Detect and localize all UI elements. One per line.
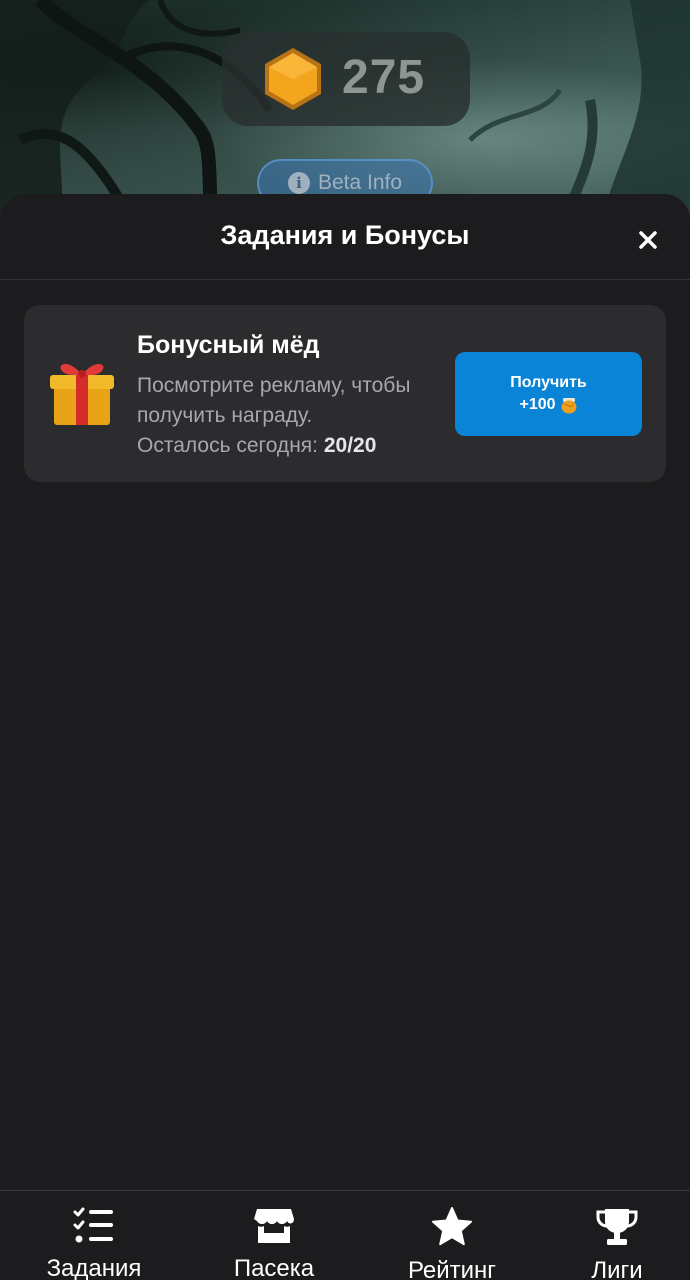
claim-amount: +100: [519, 396, 556, 413]
remaining-value: 20/20: [323, 434, 377, 457]
remaining-today: Осталось сегодня: 20/20: [137, 431, 376, 461]
beta-info-label: Beta Info: [317, 171, 403, 194]
shop-icon: [252, 1207, 296, 1245]
honey-counter: 275: [222, 32, 470, 126]
info-icon: i: [287, 172, 310, 194]
bonus-title: Бонусный мёд: [137, 331, 320, 359]
bonus-honey-card: Бонусный мёд Посмотрите рекламу, чтобы п…: [24, 305, 666, 482]
honey-pot-icon: [561, 398, 577, 414]
nav-label-tasks: Задания: [46, 1255, 142, 1280]
nav-label-rating: Рейтинг: [407, 1257, 497, 1280]
sheet-header: Задания и Бонусы: [0, 194, 690, 280]
claim-amount-row: +100: [519, 394, 577, 416]
honey-count: 275: [342, 51, 426, 104]
close-icon: [639, 231, 657, 249]
bottom-navigation: Задания Пасека Рейтинг Лиги: [0, 1190, 690, 1280]
claim-reward-button[interactable]: Получить +100: [455, 352, 642, 436]
nav-item-apiary[interactable]: Пасека: [228, 1191, 320, 1280]
gift-icon: [50, 364, 114, 425]
nav-item-tasks[interactable]: Задания: [43, 1191, 145, 1280]
nav-item-rating[interactable]: Рейтинг: [402, 1191, 502, 1280]
nav-label-leagues: Лиги: [591, 1257, 643, 1280]
star-icon: [430, 1207, 474, 1247]
app-screen: 275 i Beta Info Задания и Бонусы Бонусны…: [0, 0, 690, 1280]
nav-label-apiary: Пасека: [233, 1255, 315, 1280]
checklist-icon: [72, 1207, 116, 1245]
sheet-title: Задания и Бонусы: [220, 220, 470, 250]
honeycomb-icon: [265, 48, 321, 110]
remaining-label: Осталось сегодня:: [137, 434, 318, 457]
bonus-description: Посмотрите рекламу, чтобы получить награ…: [137, 374, 411, 427]
nav-item-leagues[interactable]: Лиги: [580, 1191, 654, 1280]
tasks-bonuses-sheet: Задания и Бонусы Бонусный мёд Посмотрите…: [0, 194, 690, 1190]
trophy-icon: [595, 1207, 639, 1247]
close-button[interactable]: [632, 224, 664, 256]
claim-button-label: Получить: [510, 374, 587, 391]
